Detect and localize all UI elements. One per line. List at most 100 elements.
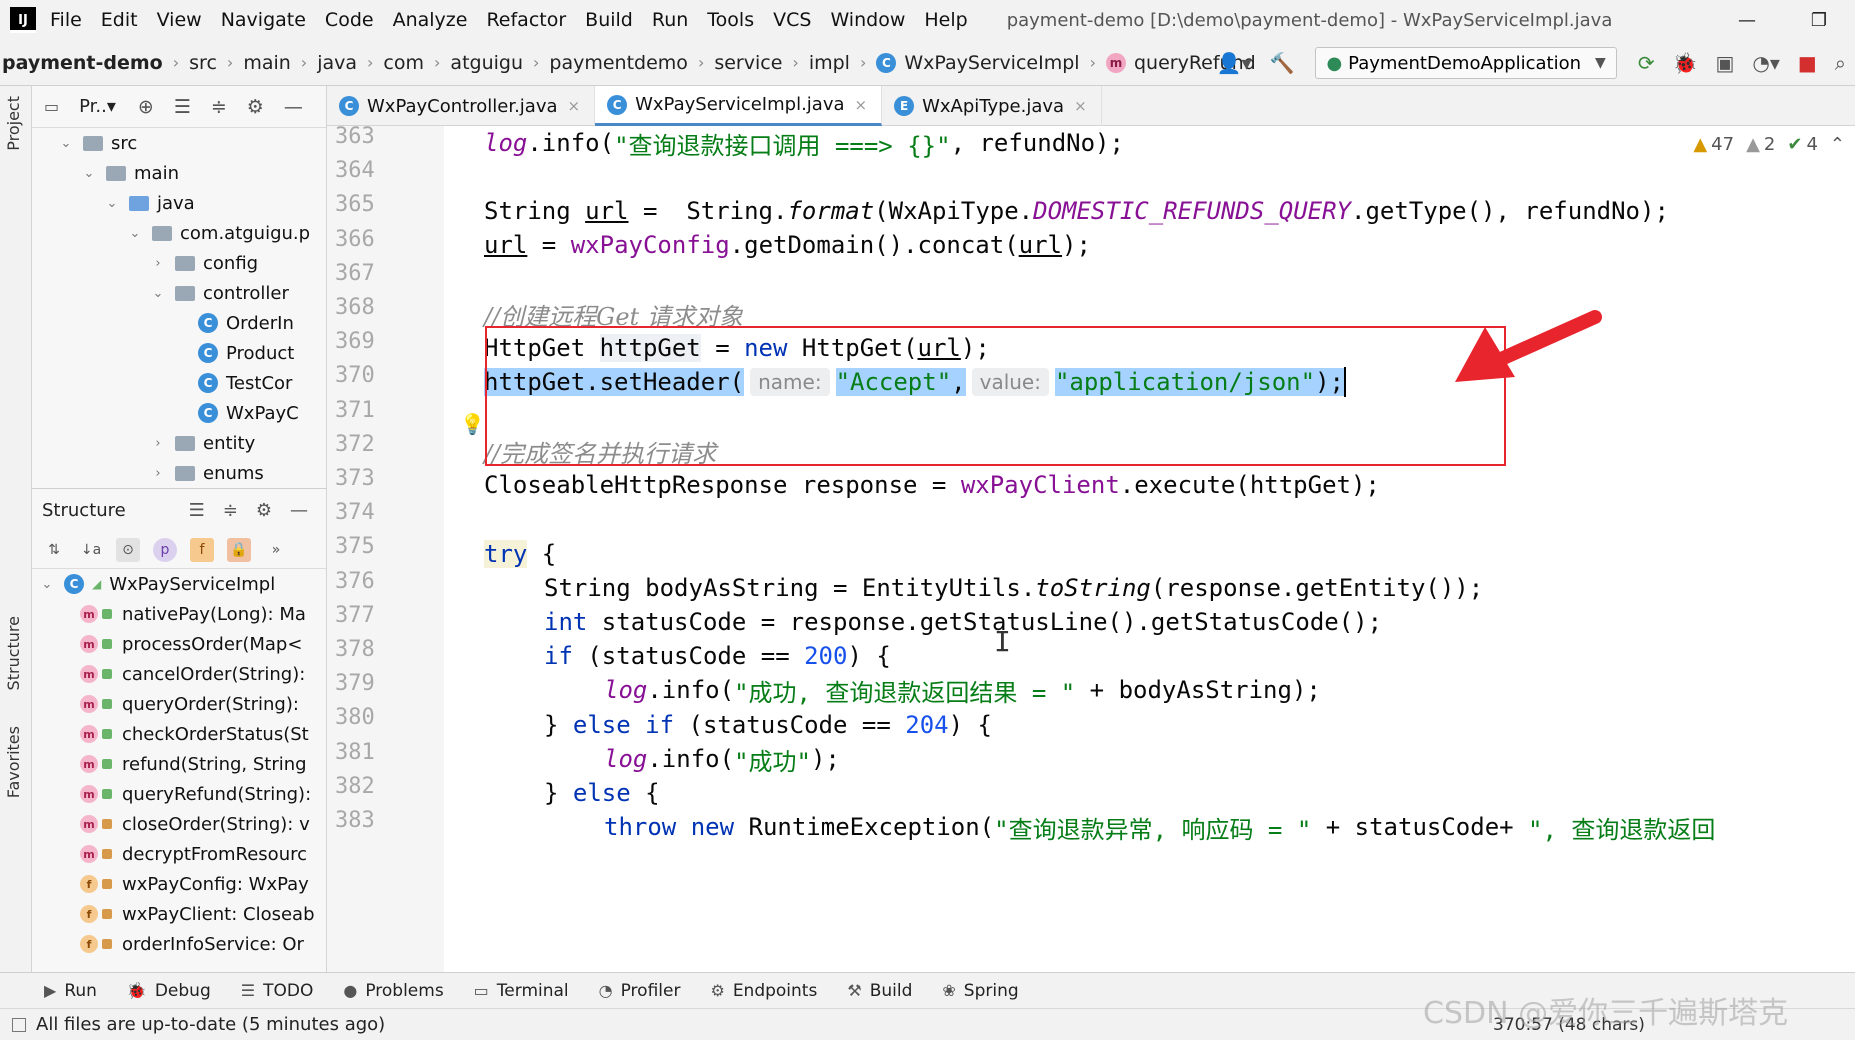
tool-window-run[interactable]: ▶ Run [44,981,97,1001]
structure-member[interactable]: f wxPayConfig: WxPay [32,869,326,899]
locate-icon[interactable]: ⊕ [138,96,154,118]
user-icon[interactable]: 👤▾ [1217,51,1252,75]
close-icon[interactable]: × [855,96,868,114]
gear-icon[interactable]: ⚙ [247,96,264,118]
show-inherited-icon[interactable]: ⊙ [116,537,140,562]
sort-alpha-icon[interactable]: ↓a [79,538,103,562]
menu-build[interactable]: Build [585,9,633,31]
coverage-icon[interactable]: ▣ [1715,51,1734,75]
minimize-button[interactable]: — [1711,0,1783,40]
breadcrumb-item[interactable]: src [189,52,217,74]
project-tree-item[interactable]: ⌄ com.atguigu.p [32,218,326,248]
project-tree-item[interactable]: C WxPayC [32,398,326,428]
close-icon[interactable]: × [568,97,581,115]
menu-refactor[interactable]: Refactor [486,9,566,31]
structure-member[interactable]: f wxPayClient: Closeab [32,899,326,929]
structure-member[interactable]: m refund(String, String [32,749,326,779]
tool-window-problems[interactable]: ● Problems [343,981,443,1001]
tool-window-build[interactable]: ⚒ Build [847,981,912,1001]
build-hammer-icon[interactable]: 🔨 [1270,51,1295,75]
tool-window-debug[interactable]: 🐞 Debug [127,981,211,1001]
structure-member[interactable]: m processOrder(Map< [32,629,326,659]
editor-tab[interactable]: E WxApiType.java × [882,86,1102,126]
project-tree-item[interactable]: › config [32,248,326,278]
close-icon[interactable]: × [1074,97,1087,115]
project-tree-item[interactable]: › enums [32,458,326,488]
structure-member[interactable]: m decryptFromResourc [32,839,326,869]
project-tool-tab[interactable]: Project [4,96,23,151]
structure-member[interactable]: m cancelOrder(String): [32,659,326,689]
breadcrumb-item[interactable]: atguigu [450,52,523,74]
run-configuration-select[interactable]: ● PaymentDemoApplication ▼ [1315,47,1617,79]
restore-button[interactable]: ❐ [1783,0,1855,40]
chevron-up-icon[interactable]: ⌃ [1830,134,1845,155]
show-properties-icon[interactable]: p [153,537,177,562]
structure-member[interactable]: m queryOrder(String): [32,689,326,719]
tool-window-endpoints[interactable]: ⚙ Endpoints [710,981,817,1001]
expand-all-icon[interactable]: ☰ [174,96,191,118]
chevron-down-icon[interactable]: ⌄ [126,226,144,241]
project-tree-item[interactable]: C OrderIn [32,308,326,338]
hide-icon[interactable]: — [290,500,308,521]
project-tree-item[interactable]: ⌄ controller [32,278,326,308]
breadcrumb-item[interactable]: com [383,52,424,74]
menu-tools[interactable]: Tools [707,9,754,31]
structure-member[interactable]: m closeOrder(String): v [32,809,326,839]
breadcrumb-item[interactable]: C WxPayServiceImpl [876,52,1080,74]
menu-view[interactable]: View [157,9,202,31]
hide-icon[interactable]: — [284,96,303,118]
gear-icon[interactable]: ⚙ [256,500,272,521]
editor-tab[interactable]: C WxPayServiceImpl.java × [595,86,883,126]
more-icon[interactable]: » [264,538,288,562]
expand-all-icon[interactable]: ☰ [189,500,205,521]
debug-icon[interactable]: 🐞 [1673,51,1698,75]
structure-tool-tab[interactable]: Structure [4,616,23,690]
structure-member[interactable]: m nativePay(Long): Ma [32,599,326,629]
tool-window-profiler[interactable]: ◔ Profiler [599,981,681,1001]
chevron-down-icon[interactable]: ⌄ [57,136,75,151]
editor-tab[interactable]: C WxPayController.java × [327,86,596,126]
menu-analyze[interactable]: Analyze [393,9,468,31]
tool-window-spring[interactable]: ❀ Spring [942,981,1018,1001]
search-icon[interactable]: ⌕ [1835,51,1846,75]
chevron-right-icon[interactable]: › [149,466,167,481]
menu-code[interactable]: Code [325,9,374,31]
favorites-tool-tab[interactable]: Favorites [4,726,23,798]
structure-member[interactable]: m checkOrderStatus(St [32,719,326,749]
stop-icon[interactable]: ■ [1798,51,1817,75]
breadcrumb-item[interactable]: paymentdemo [549,52,688,74]
code-editor[interactable]: log .info("查询退款接口调用 ===> {}", refundNo); … [444,126,1855,972]
menu-file[interactable]: File [50,9,82,31]
collapse-all-icon[interactable]: ≑ [223,500,238,521]
chevron-right-icon[interactable]: › [149,436,167,451]
sort-visibility-icon[interactable]: ⇅ [42,538,66,562]
menu-run[interactable]: Run [652,9,688,31]
project-tree-item[interactable]: ⌄ src [32,128,326,158]
menu-help[interactable]: Help [924,9,967,31]
breadcrumb-item[interactable]: java [317,52,357,74]
menu-edit[interactable]: Edit [101,9,138,31]
chevron-right-icon[interactable]: › [149,256,167,271]
collapse-all-icon[interactable]: ≑ [211,96,227,118]
menu-vcs[interactable]: VCS [773,9,811,31]
status-toggle-icon[interactable] [12,1017,26,1032]
structure-member[interactable]: m queryRefund(String): [32,779,326,809]
inspection-widget[interactable]: ▲ 47 ▲ 2 ✔ 4 ⌃ [1681,134,1845,155]
menu-window[interactable]: Window [830,9,905,31]
lightbulb-icon[interactable]: 💡 [460,412,485,436]
structure-root[interactable]: ⌄ C ◢ WxPayServiceImpl [32,569,326,599]
menu-navigate[interactable]: Navigate [221,9,306,31]
project-tree-item[interactable]: C Product [32,338,326,368]
profile-icon[interactable]: ◔▾ [1752,51,1780,75]
show-non-public-icon[interactable]: 🔒 [227,537,251,562]
tool-window-terminal[interactable]: ▭ Terminal [474,981,569,1001]
chevron-down-icon[interactable]: ⌄ [103,196,121,211]
tool-window-todo[interactable]: ☰ TODO [241,981,314,1001]
breadcrumb-item[interactable]: impl [809,52,850,74]
chevron-down-icon[interactable]: ⌄ [38,577,56,592]
chevron-down-icon[interactable]: ⌄ [149,286,167,301]
project-tree-item[interactable]: C TestCor [32,368,326,398]
breadcrumb-item[interactable]: payment-demo [2,52,163,74]
chevron-down-icon[interactable]: ⌄ [80,166,98,181]
breadcrumb-item[interactable]: main [243,52,290,74]
